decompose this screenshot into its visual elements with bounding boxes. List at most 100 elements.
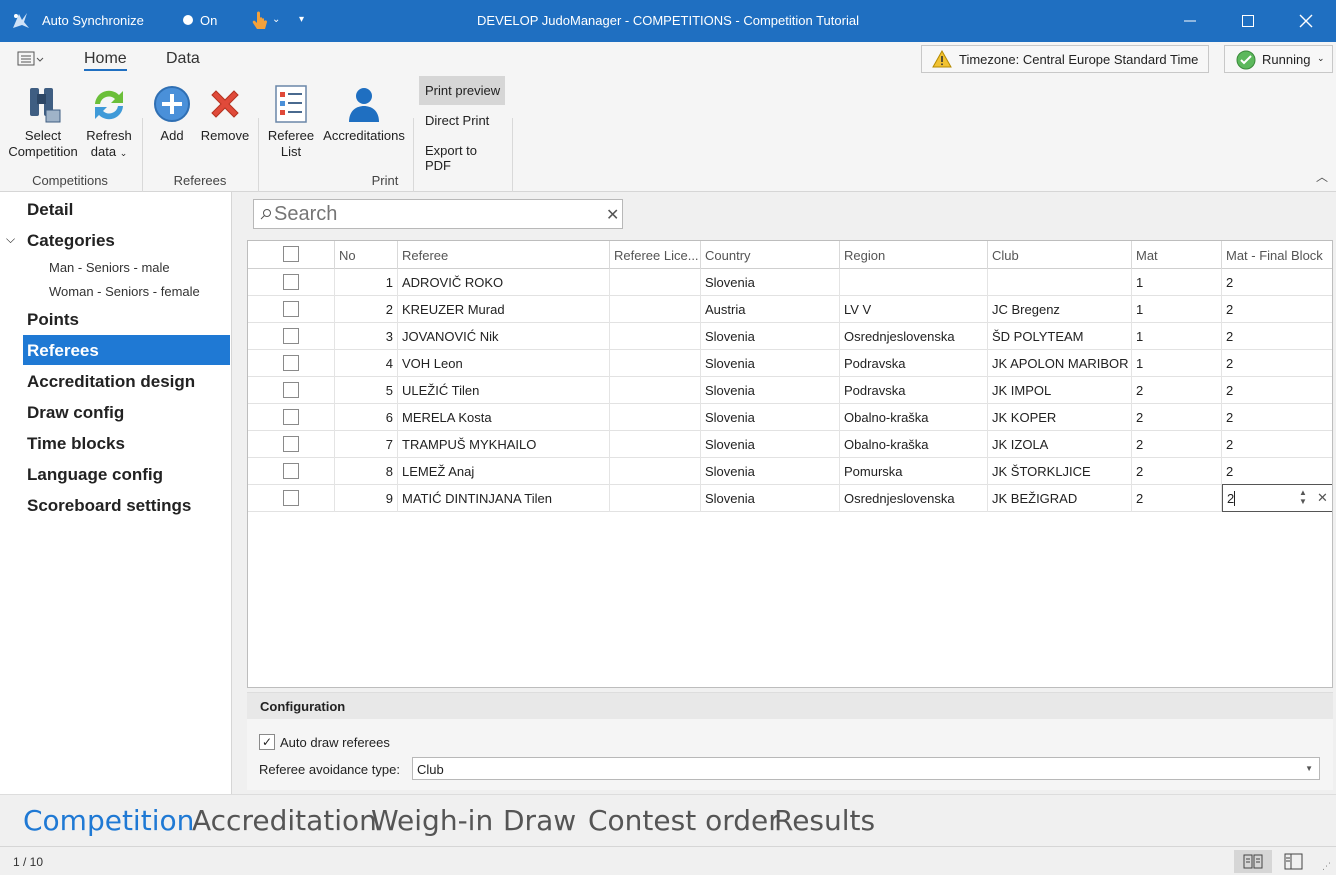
cell-club[interactable]: JC Bregenz — [988, 296, 1132, 323]
cell-mat[interactable]: 2 — [1132, 377, 1222, 404]
cell-license[interactable] — [610, 458, 701, 485]
accreditations-button[interactable]: Accreditations — [322, 84, 406, 144]
module-competition[interactable]: Competition — [23, 804, 194, 837]
cell-mat-final-block[interactable]: 2 — [1222, 404, 1332, 431]
cell-region[interactable]: Osrednjeslovenska — [840, 323, 988, 350]
cell-region[interactable]: Osrednjeslovenska — [840, 485, 988, 512]
module-accreditation[interactable]: Accreditation — [192, 804, 377, 837]
remove-referee-button[interactable]: Remove — [199, 84, 251, 144]
collapse-ribbon-icon[interactable]: ︿ — [1316, 168, 1328, 185]
nav-subitem-category[interactable]: Man - Seniors - male — [49, 260, 170, 275]
cell-license[interactable] — [610, 269, 701, 296]
cell-region[interactable] — [840, 269, 988, 296]
column-header-mat[interactable]: Mat — [1132, 241, 1222, 269]
cell-mat[interactable]: 2 — [1132, 431, 1222, 458]
cell-no[interactable]: 7 — [335, 431, 398, 458]
touch-mode-chevron-icon[interactable]: ⌄ — [272, 14, 280, 25]
table-row[interactable]: 3 JOVANOVIĆ Nik Slovenia Osrednjeslovenska Š… — [248, 323, 1332, 350]
cell-no[interactable]: 2 — [335, 296, 398, 323]
cell-country[interactable]: Slovenia — [701, 485, 840, 512]
clear-cell-icon[interactable]: ✕ — [1317, 490, 1328, 506]
auto-sync-state[interactable]: On — [200, 13, 217, 28]
cell-referee[interactable]: MATIĆ DINTINJANA Tilen — [398, 485, 610, 512]
cell-mat-final-block[interactable]: 2 — [1222, 458, 1332, 485]
cell-mat-final-block[interactable]: 2 — [1222, 377, 1332, 404]
cell-mat[interactable]: 1 — [1132, 269, 1222, 296]
cell-country[interactable]: Austria — [701, 296, 840, 323]
cell-mat-final-block[interactable]: 2 — [1222, 296, 1332, 323]
cell-region[interactable]: Pomurska — [840, 458, 988, 485]
cell-club[interactable]: JK KOPER — [988, 404, 1132, 431]
cell-region[interactable]: Podravska — [840, 377, 988, 404]
cell-no[interactable]: 4 — [335, 350, 398, 377]
touch-mode-icon[interactable] — [250, 10, 270, 32]
cell-country[interactable]: Slovenia — [701, 431, 840, 458]
column-header-no[interactable]: No — [335, 241, 398, 269]
cell-referee[interactable]: JOVANOVIĆ Nik — [398, 323, 610, 350]
cell-referee[interactable]: VOH Leon — [398, 350, 610, 377]
module-weigh-in[interactable]: Weigh-in — [371, 804, 493, 837]
cell-no[interactable]: 1 — [335, 269, 398, 296]
table-row[interactable]: 1 ADROVIČ ROKO Slovenia 1 2 — [248, 269, 1332, 296]
nav-item-time-blocks[interactable]: Time blocks — [23, 428, 230, 458]
cell-region[interactable]: Obalno-kraška — [840, 431, 988, 458]
cell-club[interactable]: JK IZOLA — [988, 431, 1132, 458]
cell-license[interactable] — [610, 296, 701, 323]
table-row[interactable]: 6 MERELA Kosta Slovenia Obalno-kraška JK KOP… — [248, 404, 1332, 431]
spinner-arrows-icon[interactable]: ▲ ▼ — [1299, 488, 1307, 506]
cell-mat-final-block[interactable]: 2 — [1222, 431, 1332, 458]
nav-item-points[interactable]: Points — [23, 304, 230, 334]
cell-club[interactable]: JK APOLON MARIBOR — [988, 350, 1132, 377]
cell-referee[interactable]: ADROVIČ ROKO — [398, 269, 610, 296]
referee-list-button[interactable]: Referee List — [265, 84, 317, 160]
layout-view-button[interactable] — [1280, 850, 1308, 873]
chevron-down-icon[interactable]: ⌵ — [6, 232, 15, 247]
cell-club[interactable]: ŠD POLYTEAM — [988, 323, 1132, 350]
row-checkbox[interactable] — [283, 463, 299, 479]
cell-license[interactable] — [610, 404, 701, 431]
cell-country[interactable]: Slovenia — [701, 404, 840, 431]
nav-item-scoreboard-settings[interactable]: Scoreboard settings — [23, 490, 230, 520]
add-referee-button[interactable]: Add — [150, 84, 194, 144]
cell-mat[interactable]: 2 — [1132, 458, 1222, 485]
cell-no[interactable]: 3 — [335, 323, 398, 350]
cell-license[interactable] — [610, 431, 701, 458]
search-input[interactable] — [274, 202, 594, 226]
column-header-license[interactable]: Referee Lice... — [610, 241, 701, 269]
cell-mat-final-block[interactable]: 2 — [1222, 350, 1332, 377]
cell-club[interactable]: JK ŠTORKLJICE — [988, 458, 1132, 485]
cell-referee[interactable]: ULEŽIĆ Tilen — [398, 377, 610, 404]
cell-mat-final-block[interactable]: 2 — [1222, 323, 1332, 350]
column-header-referee[interactable]: Referee — [398, 241, 610, 269]
row-checkbox[interactable] — [283, 328, 299, 344]
row-checkbox[interactable] — [283, 301, 299, 317]
close-button[interactable] — [1277, 0, 1335, 42]
print-preview-button[interactable]: Print preview — [419, 76, 505, 105]
cell-mat-final-block[interactable]: 2 — [1222, 269, 1332, 296]
minimize-button[interactable] — [1161, 0, 1219, 42]
cell-referee[interactable]: MERELA Kosta — [398, 404, 610, 431]
row-checkbox[interactable] — [283, 355, 299, 371]
cell-region[interactable]: LV V — [840, 296, 988, 323]
table-row[interactable]: 5 ULEŽIĆ Tilen Slovenia Podravska JK IMPOL 2 2 — [248, 377, 1332, 404]
cell-license[interactable] — [610, 323, 701, 350]
row-checkbox[interactable] — [283, 490, 299, 506]
row-checkbox[interactable] — [283, 274, 299, 290]
nav-item-categories[interactable]: Categories — [23, 225, 230, 255]
nav-item-accreditation-design[interactable]: Accreditation design — [23, 366, 230, 396]
cell-country[interactable]: Slovenia — [701, 269, 840, 296]
row-checkbox[interactable] — [283, 436, 299, 452]
module-contest-order[interactable]: Contest order — [588, 804, 780, 837]
cell-mat[interactable]: 1 — [1132, 350, 1222, 377]
search-box[interactable]: ✕ — [253, 199, 623, 229]
cell-club[interactable]: JK IMPOL — [988, 377, 1132, 404]
cell-mat[interactable]: 2 — [1132, 485, 1222, 512]
cell-license[interactable] — [610, 350, 701, 377]
cell-country[interactable]: Slovenia — [701, 458, 840, 485]
cell-mat[interactable]: 1 — [1132, 296, 1222, 323]
cell-license[interactable] — [610, 485, 701, 512]
auto-draw-checkbox[interactable]: ✓ — [259, 734, 275, 750]
nav-item-language-config[interactable]: Language config — [23, 459, 230, 489]
cell-no[interactable]: 6 — [335, 404, 398, 431]
cell-club[interactable]: JK BEŽIGRAD — [988, 485, 1132, 512]
